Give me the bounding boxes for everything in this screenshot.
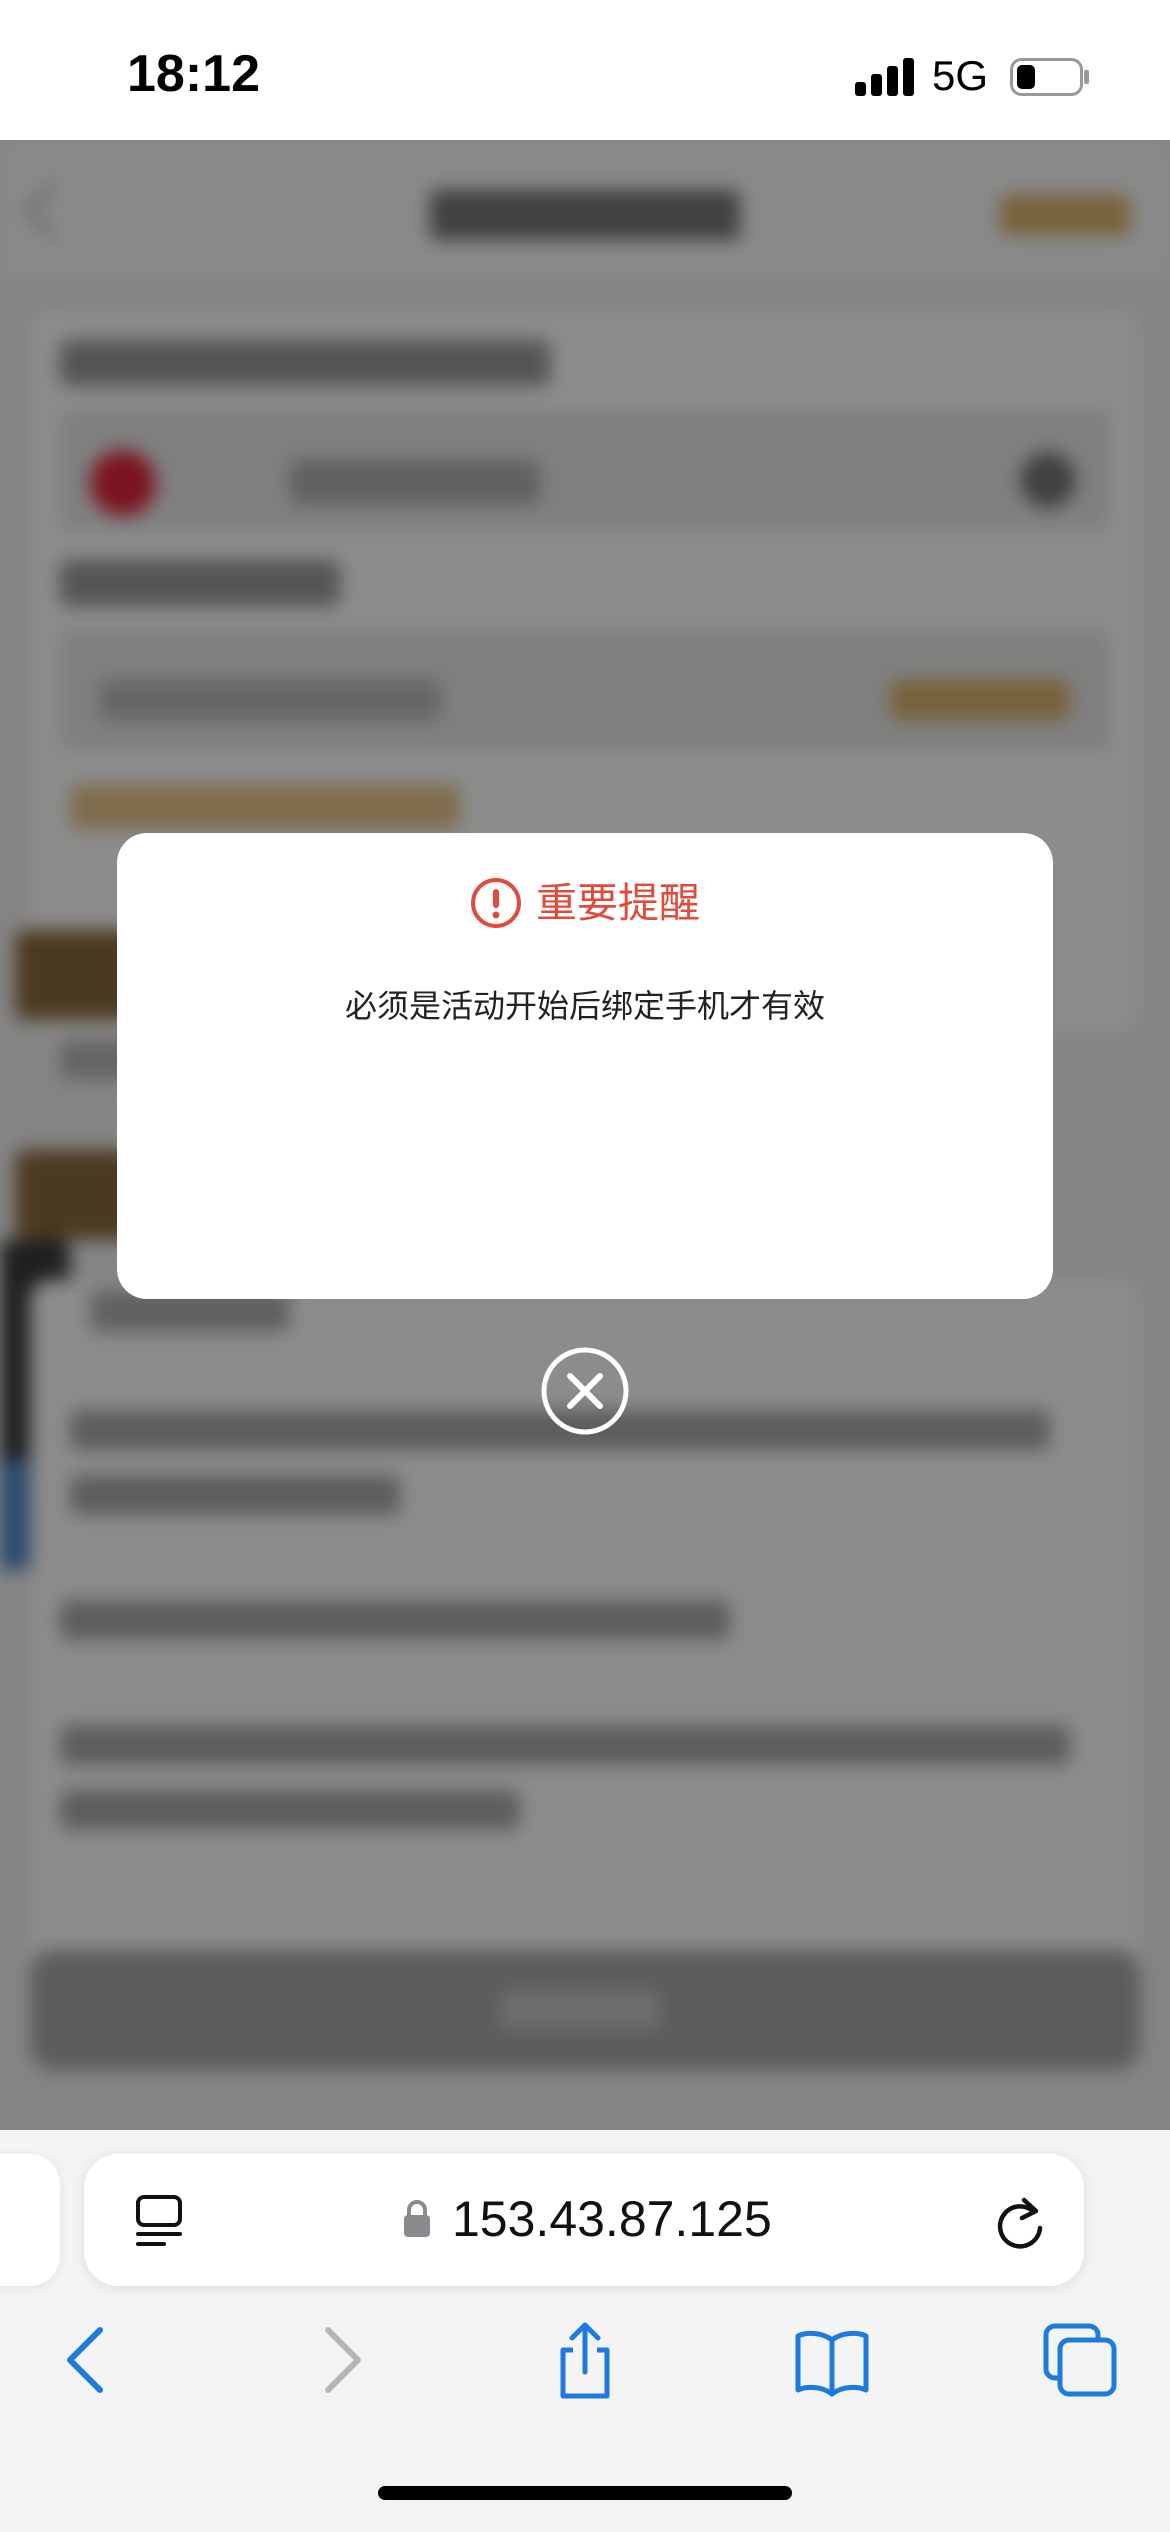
status-time: 18:12: [127, 45, 260, 103]
alert-dialog: 重要提醒 必须是活动开始后绑定手机才有效: [117, 833, 1053, 1299]
status-bar: 18:12 5G: [0, 0, 1170, 140]
dialog-header: 重要提醒: [117, 873, 1053, 933]
dialog-message: 必须是活动开始后绑定手机才有效: [344, 987, 825, 1025]
page-menu-icon[interactable]: [134, 2194, 186, 2248]
tabs-icon[interactable]: [1040, 2320, 1120, 2400]
forward-arrow-icon[interactable]: [300, 2320, 380, 2400]
exclamation-circle-icon: [471, 878, 521, 928]
back-arrow-icon[interactable]: [48, 2320, 128, 2400]
cellular-signal-icon: [855, 56, 915, 96]
battery-icon: [1010, 58, 1089, 96]
bookmarks-icon[interactable]: [792, 2320, 872, 2400]
close-dialog-button[interactable]: [540, 1346, 630, 1436]
share-icon[interactable]: [545, 2320, 625, 2400]
reload-icon[interactable]: [994, 2192, 1050, 2252]
url-text[interactable]: 153.43.87.125: [452, 2190, 772, 2248]
browser-toolbar: 153.43.87.125: [0, 2130, 1170, 2532]
previous-tab-preview[interactable]: [0, 2154, 60, 2286]
home-indicator: [378, 2486, 792, 2500]
screen: 18:12 5G 重要提醒 必须是活动开始后绑定手机才有效 153.43.87.…: [0, 0, 1170, 2532]
network-type: 5G: [932, 52, 989, 99]
lock-icon: [404, 2200, 430, 2237]
address-bar[interactable]: 153.43.87.125: [84, 2154, 1084, 2286]
dialog-title: 重要提醒: [536, 879, 700, 927]
